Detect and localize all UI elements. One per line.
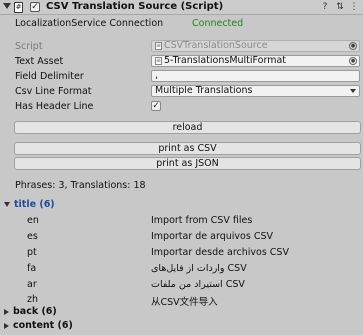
foldout-closed-icon	[4, 322, 9, 329]
phrase-summary: Phrases: 3, Translations: 18	[15, 180, 146, 191]
text-asset-value: 5-TranslationsMultiFormat	[164, 55, 287, 66]
component-title: CSV Translation Source (Script)	[46, 1, 224, 12]
lang-code: en	[27, 215, 39, 226]
translation-text: Import from CSV files	[151, 215, 253, 226]
line-format-label: Csv Line Format	[15, 86, 92, 97]
foldout-arrow-icon[interactable]	[3, 3, 11, 9]
more-menu-icon[interactable]: ⋮	[349, 2, 359, 12]
translation-text: Importar desde archivos CSV	[151, 247, 289, 258]
print-csv-button[interactable]: print as CSV	[14, 142, 361, 155]
lang-code: es	[27, 231, 38, 242]
object-picker-icon[interactable]: ●	[349, 57, 357, 65]
header-line-checkbox[interactable]: ✓	[151, 101, 161, 111]
foldout-closed-icon	[4, 308, 9, 315]
translation-text: استيراد من ملفات CSV	[151, 279, 245, 290]
translation-text: 从CSV文件导入	[151, 297, 218, 308]
foldout-back-label: back (6)	[13, 306, 57, 317]
connection-label: LocalizationService Connection	[15, 18, 164, 29]
foldout-back[interactable]: back (6)	[4, 306, 57, 317]
print-json-button[interactable]: print as JSON	[14, 157, 361, 170]
help-icon[interactable]: ?	[320, 2, 330, 12]
delimiter-label: Field Delimiter	[15, 71, 84, 82]
foldout-open-icon	[4, 202, 10, 207]
preset-icon[interactable]: ⇅	[335, 2, 345, 12]
script-field: ≡ CSVTranslationSource ●	[151, 40, 360, 52]
lang-code: zh	[27, 294, 39, 305]
reload-button[interactable]: reload	[14, 121, 361, 134]
component-header: # ✓ CSV Translation Source (Script) ? ⇅ …	[0, 0, 363, 15]
translation-text: واردات از فایل‌های CSV	[151, 263, 247, 274]
line-format-value: Multiple Translations	[155, 85, 253, 96]
delimiter-input[interactable]: ,	[151, 70, 360, 82]
script-file-icon: ≡	[155, 41, 162, 50]
foldout-title[interactable]: title (6)	[4, 199, 55, 210]
text-asset-field[interactable]: ≡ 5-TranslationsMultiFormat ●	[151, 55, 360, 67]
lang-code: pt	[27, 247, 37, 258]
lang-code: ar	[27, 279, 37, 290]
chevron-down-icon	[350, 89, 356, 93]
connection-status: Connected	[192, 18, 244, 29]
foldout-title-label: title (6)	[14, 199, 55, 210]
translation-text: Importar de arquivos CSV	[151, 231, 273, 242]
script-icon: #	[14, 2, 23, 13]
foldout-content[interactable]: content (6)	[4, 320, 73, 331]
text-asset-label: Text Asset	[15, 56, 64, 67]
script-value: CSVTranslationSource	[164, 40, 268, 51]
header-line-label: Has Header Line	[15, 101, 94, 112]
line-format-dropdown[interactable]: Multiple Translations	[151, 85, 360, 97]
object-picker-icon: ●	[349, 42, 357, 50]
component-enabled-checkbox[interactable]: ✓	[30, 2, 40, 12]
text-file-icon: ≡	[155, 56, 162, 65]
foldout-content-label: content (6)	[13, 320, 73, 331]
lang-code: fa	[27, 263, 37, 274]
script-label: Script	[15, 41, 43, 52]
